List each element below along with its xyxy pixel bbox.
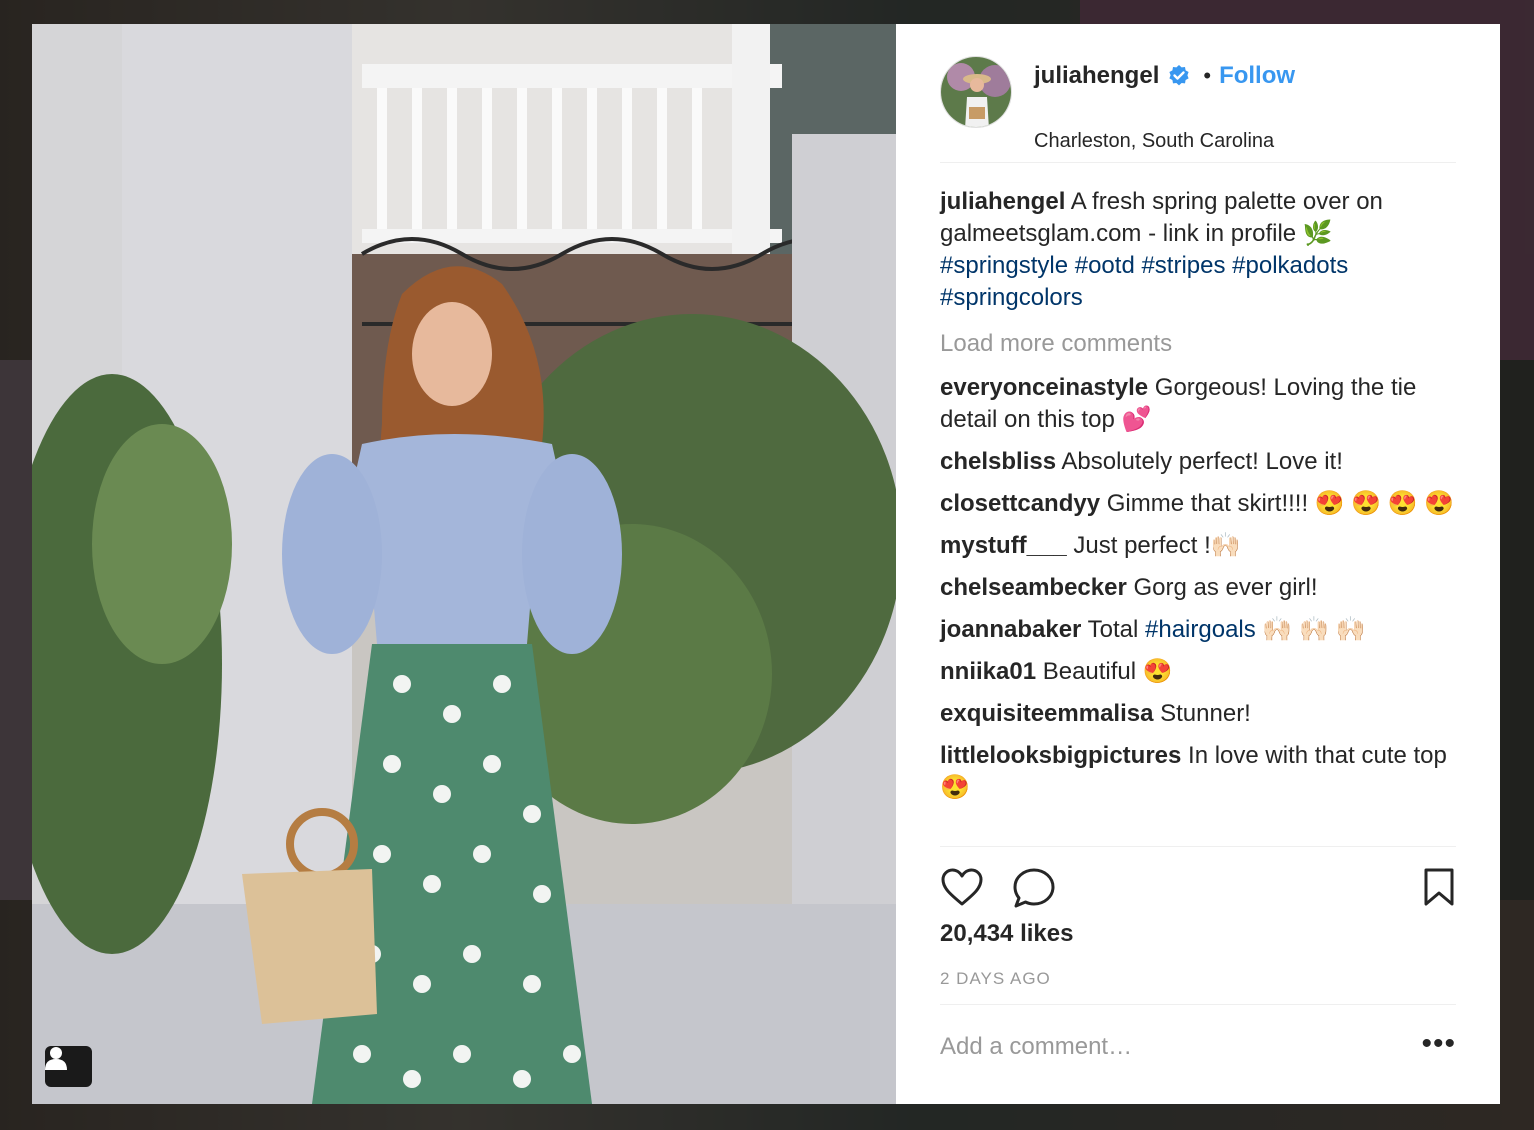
comment-text: Beautiful 😍 xyxy=(1036,658,1173,685)
post-header: juliahengel • Follow Charleston, South C… xyxy=(940,56,1456,163)
caption-hashtags[interactable]: #springstyle #ootd #stripes #polkadots #… xyxy=(940,252,1348,311)
action-bar xyxy=(940,846,1456,923)
post-sidebar: juliahengel • Follow Charleston, South C… xyxy=(896,24,1500,1104)
person-icon xyxy=(45,1047,67,1070)
post-location[interactable]: Charleston, South Carolina xyxy=(1034,130,1274,153)
verified-badge-icon xyxy=(1167,64,1191,88)
comment-hashtag[interactable]: #hairgoals xyxy=(1145,616,1256,643)
post-timestamp[interactable]: 2 DAYS AGO xyxy=(940,969,1051,989)
comment-item: mystuff___ Just perfect !🙌🏻 xyxy=(940,530,1460,562)
comment-text: Gorg as ever girl! xyxy=(1126,574,1318,601)
load-more-comments-button[interactable]: Load more comments xyxy=(940,328,1460,360)
comment-username[interactable]: everyonceinastyle xyxy=(940,374,1148,401)
comment-item: closettcandyy Gimme that skirt!!!! 😍 😍 😍… xyxy=(940,488,1460,520)
post-modal: juliahengel • Follow Charleston, South C… xyxy=(32,24,1500,1104)
separator-dot: • xyxy=(1203,63,1212,88)
comment-username[interactable]: mystuff___ xyxy=(940,532,1067,559)
follow-button[interactable]: Follow xyxy=(1219,62,1295,90)
avatar-image xyxy=(941,57,1011,127)
comment-username[interactable]: littlelooksbigpictures xyxy=(940,742,1181,769)
comment-item: everyonceinastyle Gorgeous! Loving the t… xyxy=(940,372,1460,436)
comment-text: Total xyxy=(1081,616,1145,643)
comment-username[interactable]: exquisiteemmalisa xyxy=(940,700,1153,727)
avatar[interactable] xyxy=(940,56,1012,128)
comment-text: Absolutely perfect! Love it! xyxy=(1056,448,1343,475)
comments-list: juliahengel A fresh spring palette over … xyxy=(940,186,1460,814)
user-tag-icon[interactable] xyxy=(45,1046,92,1087)
comment-username[interactable]: joannabaker xyxy=(940,616,1081,643)
comment-username[interactable]: chelsbliss xyxy=(940,448,1056,475)
comment-item: exquisiteemmalisa Stunner! xyxy=(940,698,1460,730)
comment-text: Just perfect !🙌🏻 xyxy=(1066,532,1241,559)
comment-text-after: 🙌🏻 🙌🏻 🙌🏻 xyxy=(1255,616,1366,643)
post-image xyxy=(32,24,896,1104)
comment-username[interactable]: closettcandyy xyxy=(940,490,1100,517)
caption-username[interactable]: juliahengel xyxy=(940,188,1065,215)
comment-text: Gimme that skirt!!!! 😍 😍 😍 😍 xyxy=(1100,490,1455,517)
more-options-button[interactable]: ••• xyxy=(1421,1029,1456,1059)
comment-item: nniika01 Beautiful 😍 xyxy=(940,656,1460,688)
add-comment-row: ••• xyxy=(940,1004,1456,1085)
comment-username[interactable]: chelseambecker xyxy=(940,574,1127,601)
comment-text: Stunner! xyxy=(1153,700,1251,727)
add-comment-input[interactable] xyxy=(940,1033,1380,1061)
like-count[interactable]: 20,434 likes xyxy=(940,920,1073,948)
bookmark-icon[interactable] xyxy=(1422,867,1456,912)
comment-item: joannabaker Total #hairgoals 🙌🏻 🙌🏻 🙌🏻 xyxy=(940,614,1460,646)
comment-item: chelsbliss Absolutely perfect! Love it! xyxy=(940,446,1460,478)
comment-item: littlelooksbigpictures In love with that… xyxy=(940,740,1460,804)
comment-bubble-icon[interactable] xyxy=(1012,867,1056,914)
post-photo[interactable] xyxy=(32,24,896,1104)
caption: juliahengel A fresh spring palette over … xyxy=(940,186,1460,314)
heart-icon[interactable] xyxy=(940,867,984,912)
comment-item: chelseambecker Gorg as ever girl! xyxy=(940,572,1460,604)
comment-username[interactable]: nniika01 xyxy=(940,658,1036,685)
post-username[interactable]: juliahengel xyxy=(1034,62,1159,90)
